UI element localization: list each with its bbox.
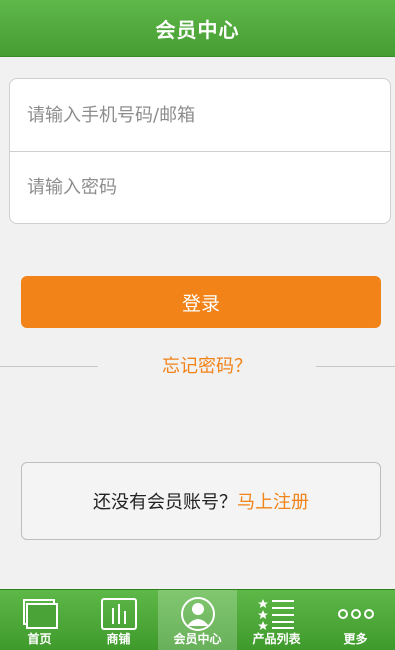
tab-home[interactable]: 首页 — [0, 590, 79, 650]
tab-more-label: 更多 — [343, 632, 368, 646]
tab-shop-label: 商铺 — [106, 632, 131, 646]
password-field-row — [10, 151, 390, 223]
more-icon — [337, 609, 374, 619]
login-button[interactable]: 登录 — [21, 276, 381, 328]
password-input[interactable] — [25, 176, 369, 199]
tab-more[interactable]: 更多 — [316, 590, 395, 650]
register-prompt-box: 还没有会员账号？ 马上注册 — [21, 462, 381, 540]
username-field-row — [10, 79, 390, 151]
shop-icon — [100, 598, 137, 630]
page-title: 会员中心 — [155, 17, 240, 42]
app-header: 会员中心 — [0, 0, 395, 57]
bottom-tab-bar: 首页 商铺 会员中心 产品列表 更多 — [0, 589, 395, 650]
forgot-password-link[interactable]: 忘记密码？ — [98, 354, 316, 380]
register-prompt-text: 还没有会员账号？ — [93, 492, 237, 513]
divider-left — [0, 366, 98, 367]
tab-home-label: 首页 — [27, 632, 52, 646]
login-form — [9, 78, 391, 224]
member-icon — [180, 597, 215, 631]
tab-product-list[interactable]: 产品列表 — [237, 590, 316, 650]
tab-product-list-label: 产品列表 — [252, 632, 301, 646]
home-icon — [22, 599, 58, 629]
tab-shop[interactable]: 商铺 — [79, 590, 158, 650]
tab-member-center[interactable]: 会员中心 — [158, 590, 237, 650]
divider-right — [316, 366, 395, 367]
register-link[interactable]: 马上注册 — [237, 488, 309, 514]
product-list-icon — [257, 599, 294, 630]
tab-member-center-label: 会员中心 — [173, 632, 222, 646]
username-input[interactable] — [25, 103, 369, 127]
